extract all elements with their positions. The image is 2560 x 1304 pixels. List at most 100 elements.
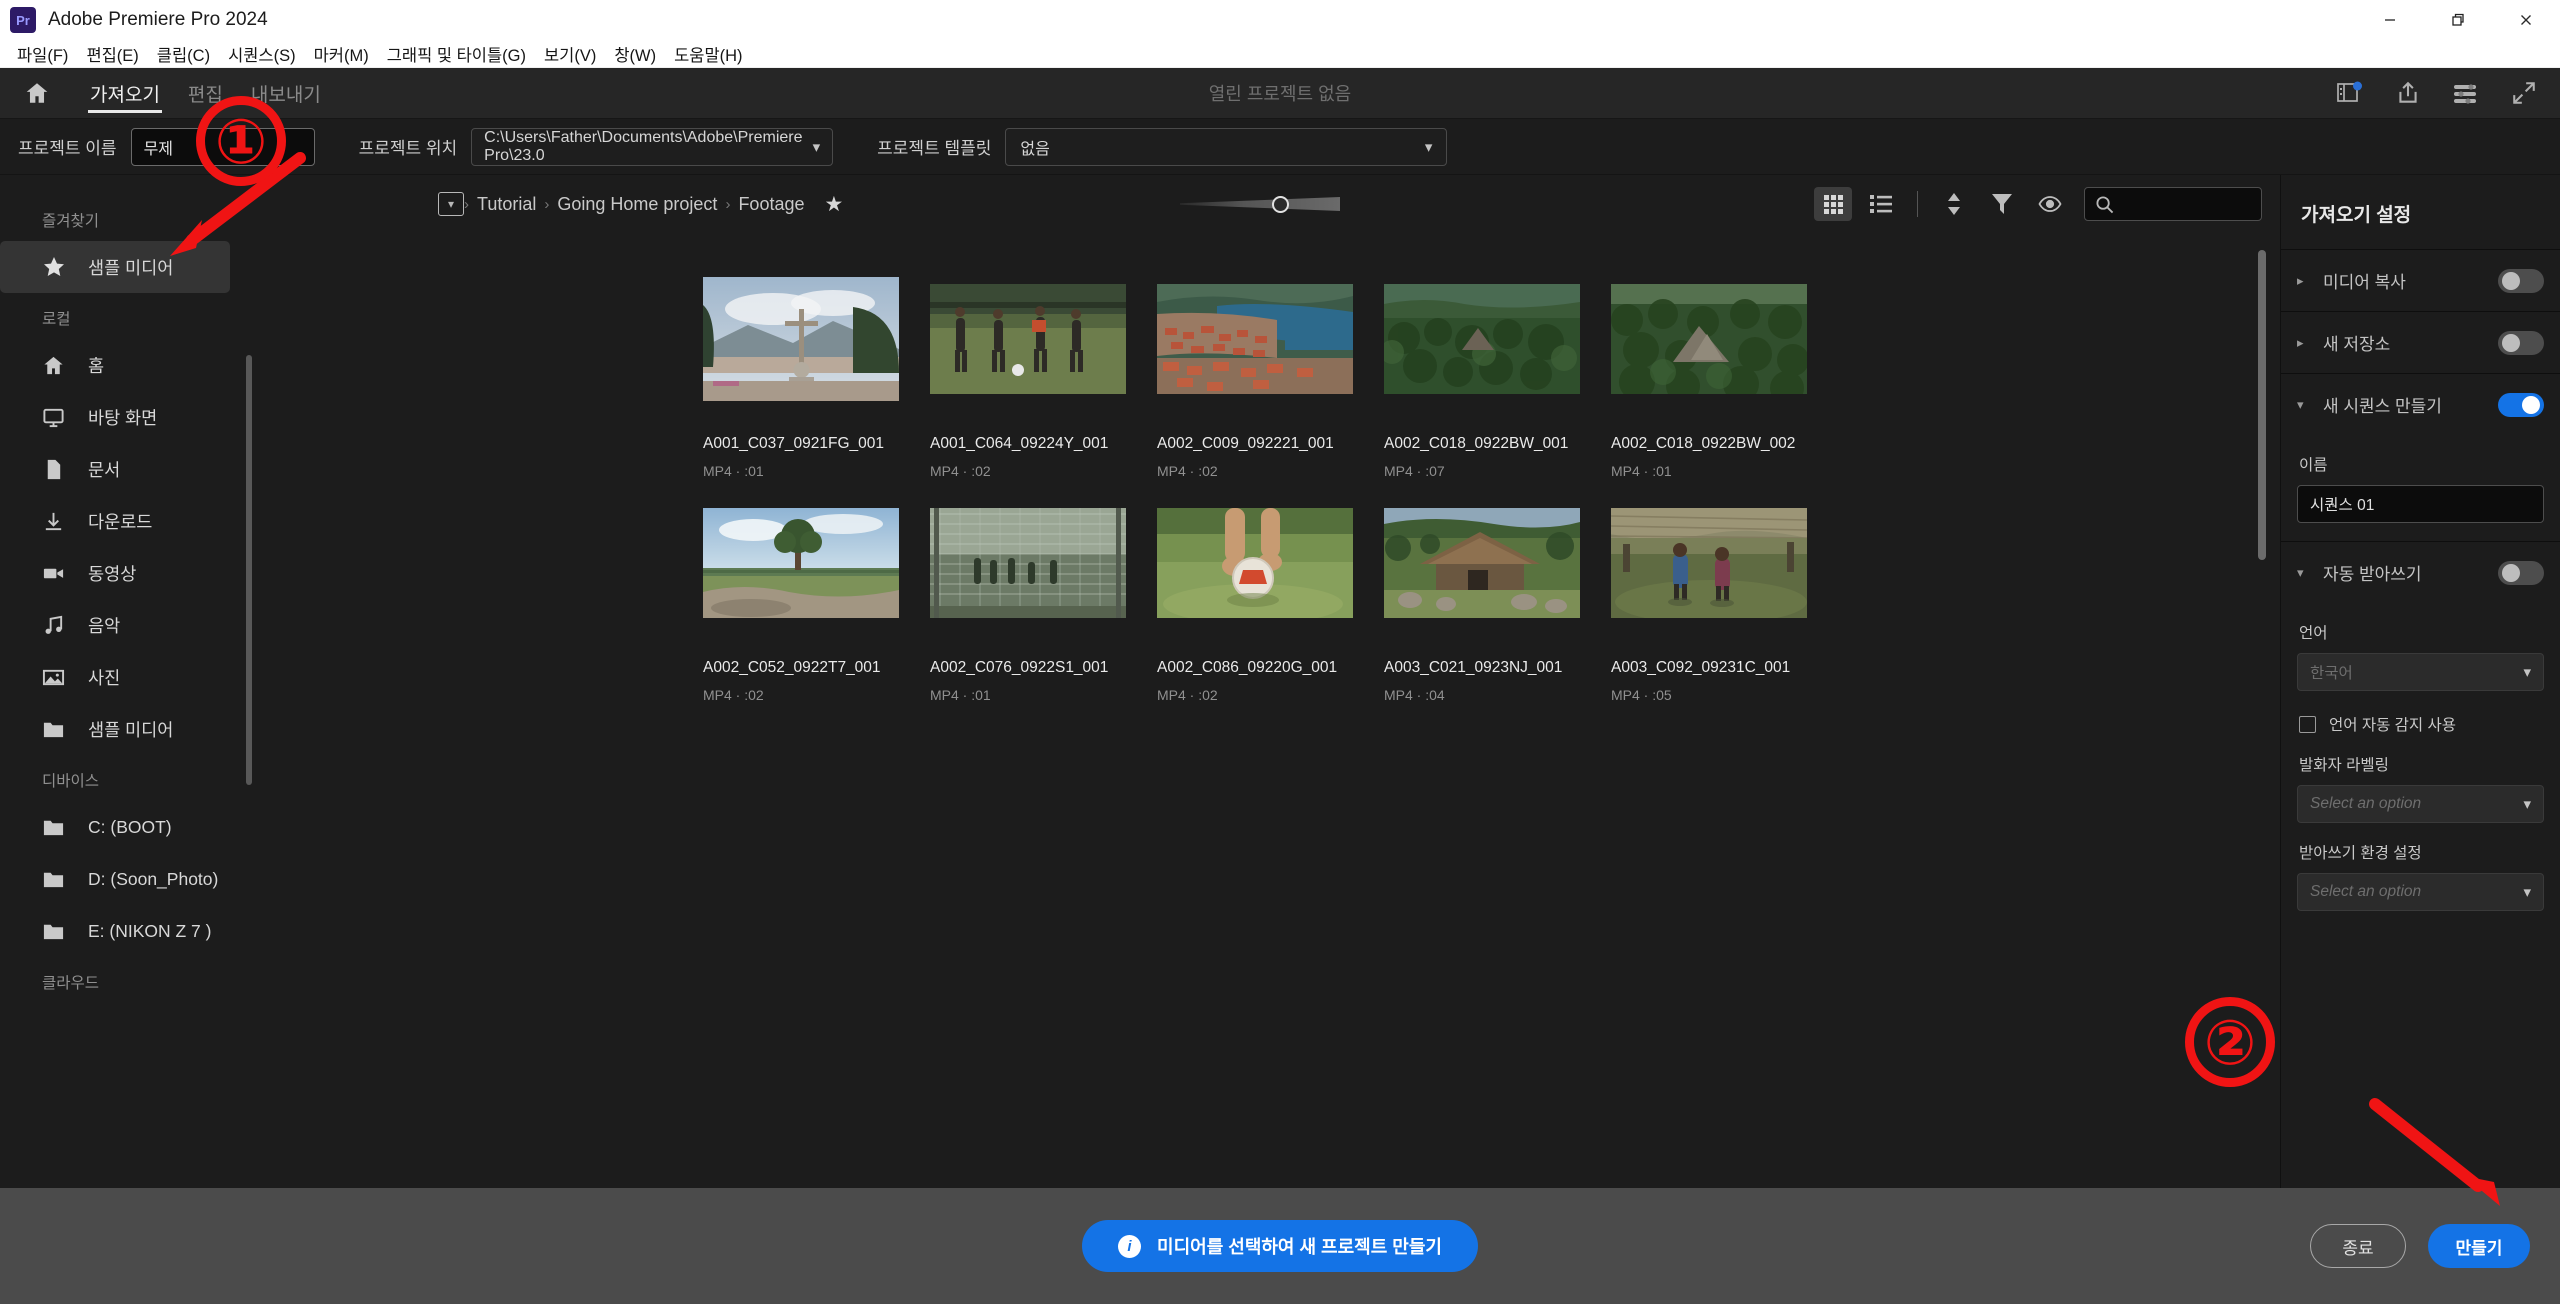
sidebar-item-downloads[interactable]: 다운로드 [0,495,230,547]
menu-clip[interactable]: 클립(C) [148,40,219,68]
menu-marker[interactable]: 마커(M) [305,40,378,68]
project-location-value: C:\Users\Father\Documents\Adobe\Premiere… [484,128,803,164]
sidebar-item-pictures[interactable]: 사진 [0,651,230,703]
cancel-button[interactable]: 종료 [2310,1224,2406,1268]
list-view-icon[interactable] [1862,187,1900,221]
menu-graphics-titles[interactable]: 그래픽 및 타이틀(G) [378,40,535,68]
media-item[interactable]: A003_C092_09231C_001 MP4 · :05 [1611,479,1807,703]
media-thumbnail[interactable] [930,255,1126,423]
transcription-prefs-select[interactable]: Select an option ▾ [2297,873,2544,911]
tab-import[interactable]: 가져오기 [76,68,174,119]
speaker-labeling-value: Select an option [2310,795,2422,812]
sidebar-item-documents[interactable]: 문서 [0,443,230,495]
chevron-down-icon[interactable]: ▾ [2297,565,2311,581]
media-thumbnail[interactable] [1157,479,1353,647]
media-thumbnail[interactable] [1384,479,1580,647]
media-item[interactable]: A003_C021_0923NJ_001 MP4 · :04 [1384,479,1580,703]
menu-help[interactable]: 도움말(H) [665,40,751,68]
chevron-right-icon[interactable]: ▸ [2297,273,2311,289]
language-select[interactable]: 한국어 ▾ [2297,653,2544,691]
breadcrumb-item-footage[interactable]: Footage [730,194,812,215]
close-button[interactable] [2492,0,2560,40]
tab-export[interactable]: 내보내기 [237,68,335,119]
media-grid-scrollbar[interactable] [2258,250,2266,560]
import-settings-title: 가져오기 설정 [2301,205,2412,226]
grid-view-icon[interactable] [1814,187,1852,221]
speaker-labeling-label: 발화자 라벨링 [2299,757,2389,774]
media-item[interactable]: A002_C052_0922T7_001 MP4 · :02 [703,479,899,703]
breadcrumb-item-tutorial[interactable]: Tutorial [469,194,544,215]
media-thumbnail[interactable] [703,255,899,423]
sidebar-item-home[interactable]: 홈 [0,339,230,391]
auto-detect-language-checkbox[interactable]: 언어 자동 감지 사용 [2299,713,2544,735]
minimize-button[interactable] [2356,0,2424,40]
section-copy-media[interactable]: ▸ 미디어 복사 [2281,249,2560,311]
workspace-header: 가져오기 편집 내보내기 열린 프로젝트 없음 [0,68,2560,119]
sidebar-item-music[interactable]: 음악 [0,599,230,651]
media-item[interactable]: A002_C086_09220G_001 MP4 · :02 [1157,479,1353,703]
slider-knob[interactable] [1272,195,1289,213]
home-icon[interactable] [20,80,54,106]
media-item[interactable]: A002_C018_0922BW_002 MP4 · :01 [1611,255,1807,479]
create-project-banner[interactable]: i 미디어를 선택하여 새 프로젝트 만들기 [1082,1220,1478,1272]
menu-edit[interactable]: 편집(E) [77,40,147,68]
menu-view[interactable]: 보기(V) [535,40,605,68]
copy-media-toggle[interactable] [2498,268,2544,293]
media-item[interactable]: A002_C018_0922BW_001 MP4 · :07 [1384,255,1580,479]
favorite-star-icon[interactable]: ★ [825,192,844,217]
section-new-sequence[interactable]: ▾ 새 시퀀스 만들기 [2281,373,2560,435]
sidebar-item-sample-media-local[interactable]: 샘플 미디어 [0,703,230,755]
media-meta: MP4 · :01 [930,687,991,703]
sidebar-item-drive-e[interactable]: E: (NIKON Z 7 ) [0,905,230,957]
section-auto-transcription[interactable]: ▾ 자동 받아쓰기 [2281,541,2560,603]
create-button[interactable]: 만들기 [2428,1224,2530,1268]
media-item[interactable]: A001_C064_09224Y_001 MP4 · :02 [930,255,1126,479]
sidebar-scrollbar[interactable] [246,355,252,785]
filter-icon[interactable] [1983,187,2021,221]
sidebar-item-videos[interactable]: 동영상 [0,547,230,599]
section-new-bin[interactable]: ▸ 새 저장소 [2281,311,2560,373]
menu-sequence[interactable]: 시퀀스(S) [219,40,305,68]
project-location-dropdown[interactable]: C:\Users\Father\Documents\Adobe\Premiere… [471,127,834,166]
thumbnail-size-slider[interactable] [1180,194,1340,214]
media-item[interactable]: A002_C009_092221_001 MP4 · :02 [1157,255,1353,479]
media-item[interactable]: A002_C076_0922S1_001 MP4 · :01 [930,479,1126,703]
media-thumbnail[interactable] [930,479,1126,647]
fullscreen-icon[interactable] [2510,79,2538,107]
path-dropdown-icon[interactable]: ▾ [438,192,464,216]
sequence-name-input[interactable]: 시퀀스 01 [2297,485,2544,523]
new-sequence-toggle[interactable] [2498,392,2544,417]
speaker-labeling-select[interactable]: Select an option ▾ [2297,785,2544,823]
chevron-down-icon[interactable]: ▾ [2297,397,2311,413]
sidebar-item-desktop[interactable]: 바탕 화면 [0,391,230,443]
menu-window[interactable]: 창(W) [605,40,665,68]
media-thumbnail[interactable] [1384,255,1580,423]
project-template-dropdown[interactable]: 없음 ▾ [1005,127,1448,166]
project-name-input[interactable]: 무제 [130,127,315,166]
new-bin-toggle[interactable] [2498,330,2544,355]
media-thumbnail[interactable] [1611,479,1807,647]
sidebar-item-sample-media-fav[interactable]: 샘플 미디어 [0,241,230,293]
media-item[interactable]: A001_C037_0921FG_001 MP4 · :01 [703,255,899,479]
tab-edit[interactable]: 편집 [174,68,237,119]
menu-file[interactable]: 파일(F) [8,40,77,68]
share-icon[interactable] [2394,79,2422,107]
auto-transcription-toggle[interactable] [2498,560,2544,585]
checkbox-icon[interactable] [2299,715,2316,733]
chevron-right-icon[interactable]: ▸ [2297,335,2311,351]
media-thumbnail[interactable] [1611,255,1807,423]
search-input[interactable] [2084,187,2262,221]
auto-detect-language-label: 언어 자동 감지 사용 [2329,717,2456,734]
sort-icon[interactable] [1935,187,1973,221]
breadcrumb-item-project[interactable]: Going Home project [549,194,725,215]
media-thumbnail[interactable] [703,479,899,647]
folder-icon [42,868,74,891]
folder-icon [42,816,74,839]
eye-icon[interactable] [2031,187,2069,221]
sidebar-item-drive-c[interactable]: C: (BOOT) [0,801,230,853]
restore-button[interactable] [2424,0,2492,40]
sidebar-item-drive-d[interactable]: D: (Soon_Photo) [0,853,230,905]
panel-badge-icon[interactable] [2336,79,2364,107]
settings-sliders-icon[interactable] [2452,79,2480,107]
media-thumbnail[interactable] [1157,255,1353,423]
